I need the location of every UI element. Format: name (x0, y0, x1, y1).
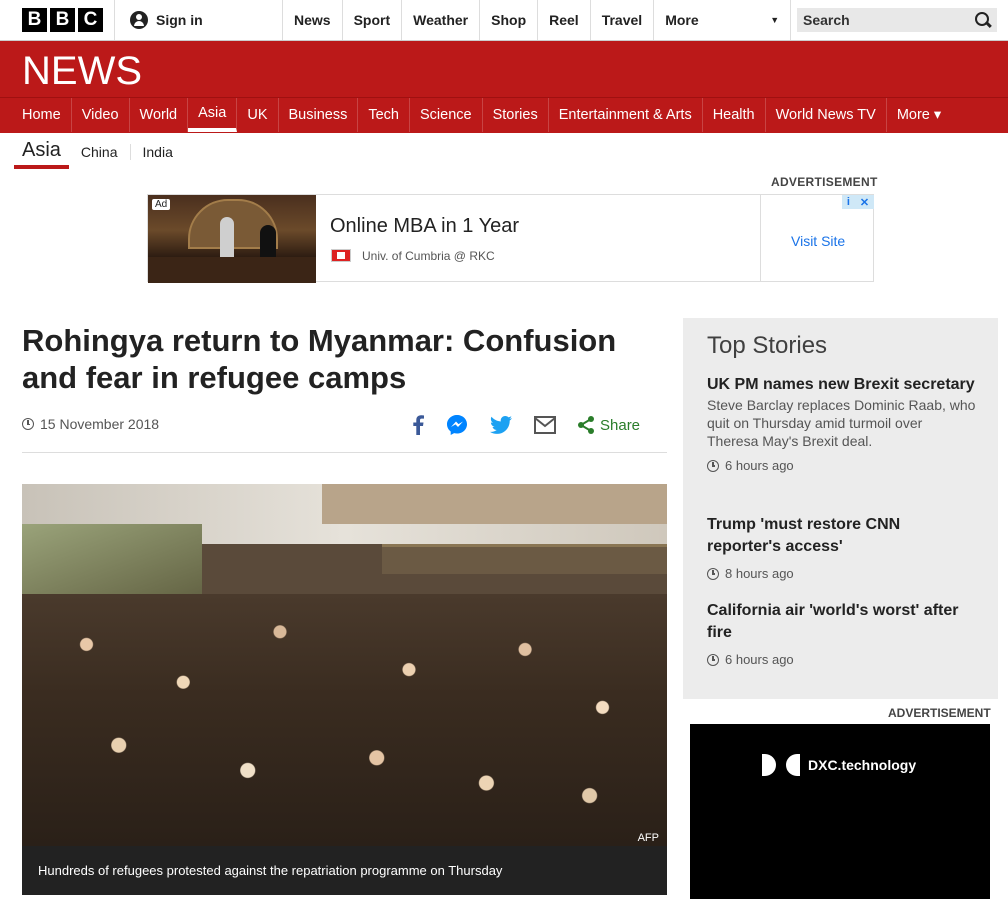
article-date: 15 November 2018 (22, 416, 159, 432)
sub-nav-current[interactable]: Asia (14, 135, 69, 169)
news-nav-world-news-tv[interactable]: World News TV (766, 98, 887, 132)
advertisement-label: ADVERTISEMENT (771, 175, 878, 189)
top-nav-sport[interactable]: Sport (341, 0, 402, 40)
story-title[interactable]: California air 'world's worst' after fir… (707, 600, 977, 644)
sign-in-label: Sign in (156, 12, 203, 28)
clock-icon (707, 653, 719, 666)
news-nav-more[interactable]: More ▾ (887, 98, 951, 132)
search-icon[interactable] (975, 12, 991, 28)
search-box[interactable]: Search (797, 8, 997, 32)
share-icon (578, 416, 594, 434)
story-title[interactable]: UK PM names new Brexit secretary (707, 374, 977, 396)
news-nav-tech[interactable]: Tech (358, 98, 410, 132)
user-icon (130, 11, 148, 29)
photo-shelters (322, 484, 667, 524)
logo-letter: C (78, 8, 103, 32)
top-nav-shop[interactable]: Shop (479, 0, 537, 40)
photo-bridge (382, 544, 667, 574)
share-bar: Share (412, 412, 640, 438)
top-story-item[interactable]: UK PM names new Brexit secretary Steve B… (707, 374, 977, 473)
top-stories-panel: Top Stories UK PM names new Brexit secre… (683, 318, 998, 699)
story-title[interactable]: Trump 'must restore CNN reporter's acces… (707, 514, 977, 558)
photo-caption: Hundreds of refugees protested against t… (22, 846, 667, 895)
story-time-text: 6 hours ago (725, 458, 794, 473)
logo-letter: B (22, 8, 47, 32)
caret-down-icon: ▼ (770, 15, 780, 25)
story-time: 8 hours ago (707, 566, 977, 581)
share-label: Share (600, 416, 641, 434)
share-button[interactable]: Share (578, 414, 640, 436)
top-nav: News Sport Weather Shop Reel Travel More… (282, 0, 792, 40)
top-nav-more[interactable]: More ▼ (653, 0, 792, 40)
clock-icon (707, 567, 719, 580)
story-time-text: 8 hours ago (725, 566, 794, 581)
date-text: 15 November 2018 (40, 416, 160, 432)
article-headline: Rohingya return to Myanmar: Confusion an… (22, 323, 617, 395)
news-nav-video[interactable]: Video (72, 98, 130, 132)
top-story-item[interactable]: Trump 'must restore CNN reporter's acces… (707, 514, 977, 581)
story-summary: Steve Barclay replaces Dominic Raab, who… (707, 397, 976, 449)
logo-letter: B (50, 8, 75, 32)
ad-divider (760, 195, 761, 282)
photo-credit: AFP (637, 832, 659, 844)
news-banner: NEWS (0, 41, 1008, 97)
facebook-icon[interactable] (412, 414, 424, 436)
messenger-icon[interactable] (446, 414, 468, 436)
news-nav-business[interactable]: Business (279, 98, 359, 132)
divider (114, 0, 115, 40)
story-time: 6 hours ago (707, 458, 977, 473)
dxc-brand: DXC.technology (808, 757, 917, 773)
clock-icon (707, 459, 719, 472)
top-nav-travel[interactable]: Travel (589, 0, 653, 40)
news-nav-stories[interactable]: Stories (483, 98, 549, 132)
visit-site-link[interactable]: Visit Site (791, 233, 845, 249)
clock-icon (22, 418, 34, 430)
story-time: 6 hours ago (707, 652, 977, 667)
twitter-icon[interactable] (490, 414, 512, 436)
sub-nav: Asia China India (14, 135, 185, 169)
sub-nav-india[interactable]: India (129, 144, 185, 160)
story-time-text: 6 hours ago (725, 652, 794, 667)
dxc-mark-icon (762, 754, 800, 776)
top-stories-heading: Top Stories (707, 332, 828, 359)
photo-crowd (22, 594, 667, 846)
top-advertisement[interactable]: Ad Online MBA in 1 Year Univ. of Cumbria… (147, 194, 874, 283)
news-logo[interactable]: NEWS (22, 49, 142, 94)
more-label: More (665, 12, 699, 28)
info-icon[interactable]: i (847, 196, 850, 208)
email-icon[interactable] (534, 414, 556, 436)
sign-in-link[interactable]: Sign in (130, 11, 203, 29)
ad-choices[interactable]: i ✕ (842, 195, 874, 209)
news-nav-world[interactable]: World (130, 98, 189, 132)
search-label: Search (803, 12, 850, 28)
bbc-logo[interactable]: B B C (22, 8, 103, 32)
ad-headline[interactable]: Online MBA in 1 Year (330, 215, 519, 238)
side-advertisement[interactable]: DXC.technology (690, 724, 990, 899)
news-nav-home[interactable]: Home (12, 98, 72, 132)
dxc-logo[interactable]: DXC.technology (762, 754, 916, 776)
bbc-masthead: B B C Sign in News Sport Weather Shop Re… (0, 0, 1008, 41)
ad-image-audience (148, 257, 316, 283)
ad-image[interactable]: Ad (148, 195, 316, 283)
news-nav-science[interactable]: Science (410, 98, 483, 132)
ad-badge: Ad (152, 199, 171, 210)
news-nav-uk[interactable]: UK (237, 98, 279, 132)
top-nav-news[interactable]: News (282, 0, 342, 40)
close-icon[interactable]: ✕ (860, 196, 869, 209)
top-nav-weather[interactable]: Weather (401, 0, 479, 40)
top-story-item[interactable]: California air 'world's worst' after fir… (707, 600, 977, 667)
ad-sponsor: Univ. of Cumbria @ RKC (362, 249, 495, 263)
top-nav-reel[interactable]: Reel (537, 0, 590, 40)
news-nav-health[interactable]: Health (703, 98, 766, 132)
flag-icon (331, 249, 351, 262)
sub-nav-china[interactable]: China (69, 144, 130, 160)
advertisement-label: ADVERTISEMENT (888, 706, 991, 720)
article-photo[interactable]: AFP (22, 484, 667, 846)
news-nav: Home Video World Asia UK Business Tech S… (0, 97, 1008, 133)
news-nav-asia[interactable]: Asia (188, 98, 238, 132)
news-nav-entertainment[interactable]: Entertainment & Arts (549, 98, 703, 132)
divider (22, 452, 667, 453)
